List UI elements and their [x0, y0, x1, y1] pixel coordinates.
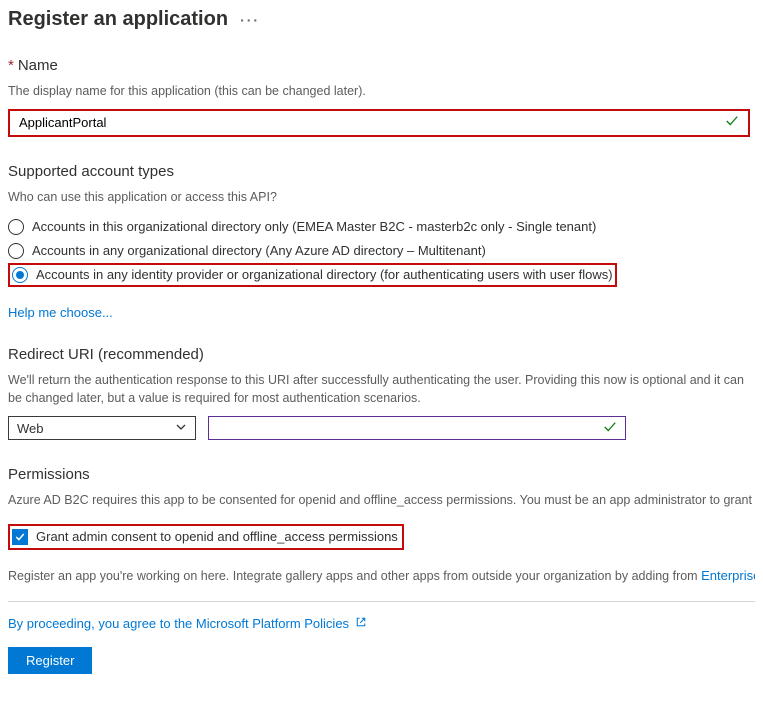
check-icon — [725, 114, 739, 131]
radio-label: Accounts in any organizational directory… — [32, 243, 486, 258]
permissions-title: Permissions — [8, 466, 755, 483]
radio-label: Accounts in any identity provider or org… — [36, 267, 613, 282]
check-icon — [603, 420, 617, 437]
radio-option-2[interactable]: Accounts in any identity provider or org… — [8, 263, 617, 287]
radio-icon — [8, 243, 24, 259]
permissions-description: Azure AD B2C requires this app to be con… — [8, 491, 755, 510]
redirect-description: We'll return the authentication response… — [8, 371, 755, 409]
platform-select[interactable]: Web — [8, 416, 196, 440]
account-types-title: Supported account types — [8, 163, 755, 180]
page-title: Register an application ··· — [8, 8, 755, 31]
platform-policies-link[interactable]: By proceeding, you agree to the Microsof… — [8, 616, 349, 631]
redirect-uri-input-wrap[interactable] — [208, 416, 626, 440]
help-me-choose-link[interactable]: Help me choose... — [8, 305, 113, 320]
divider — [8, 601, 755, 602]
name-description: The display name for this application (t… — [8, 82, 755, 101]
radio-icon-selected — [12, 267, 28, 283]
external-link-icon — [355, 616, 367, 631]
name-input-wrap — [8, 109, 750, 137]
redirect-row: Web — [8, 416, 755, 440]
redirect-title: Redirect URI (recommended) — [8, 346, 755, 363]
checkbox-label: Grant admin consent to openid and offlin… — [36, 529, 398, 544]
radio-option-1[interactable]: Accounts in any organizational directory… — [8, 239, 755, 263]
radio-label: Accounts in this organizational director… — [32, 219, 596, 234]
account-types-question: Who can use this application or access t… — [8, 188, 755, 207]
platform-selected-value: Web — [17, 421, 44, 436]
enterprise-applications-link[interactable]: Enterprise applications — [701, 568, 755, 583]
admin-consent-checkbox-row[interactable]: Grant admin consent to openid and offlin… — [8, 524, 404, 550]
radio-option-0[interactable]: Accounts in this organizational director… — [8, 215, 755, 239]
radio-icon — [8, 219, 24, 235]
policy-row: By proceeding, you agree to the Microsof… — [8, 616, 755, 631]
more-actions-icon[interactable]: ··· — [240, 12, 260, 28]
checkbox-checked-icon — [12, 529, 28, 545]
chevron-down-icon — [175, 421, 187, 436]
required-asterisk: * — [8, 57, 14, 74]
name-label: *Name — [8, 57, 755, 74]
footer-register-text: Register an app you're working on here. … — [8, 568, 755, 583]
name-input[interactable] — [11, 112, 721, 134]
register-button[interactable]: Register — [8, 647, 92, 674]
account-types-radio-group: Accounts in this organizational director… — [8, 215, 755, 287]
